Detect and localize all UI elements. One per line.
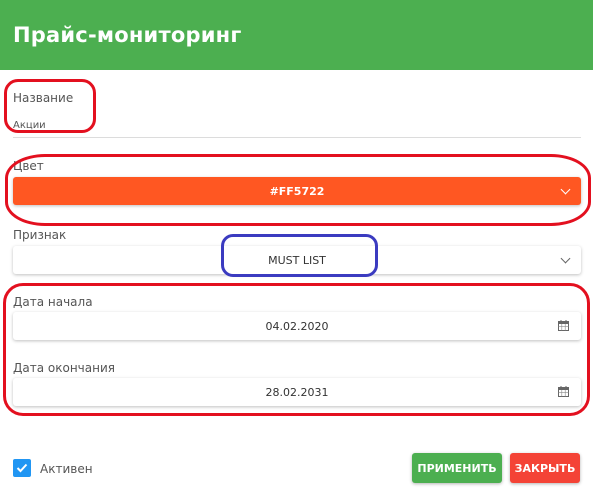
end-date-input[interactable]: 28.02.2031 [13,378,581,406]
close-button[interactable]: ЗАКРЫТЬ [510,453,580,483]
sign-label: Признак [13,228,67,242]
name-underline [13,137,581,138]
chevron-down-icon [560,184,571,195]
end-date-label: Дата окончания [13,361,115,375]
name-label: Название [13,91,74,105]
apply-button[interactable]: ПРИМЕНИТЬ [412,453,502,483]
checkmark-icon [16,463,28,473]
start-date-label: Дата начала [13,295,93,309]
calendar-icon[interactable] [558,386,569,397]
start-date-value: 04.02.2020 [265,319,329,333]
active-label[interactable]: Активен [40,462,93,476]
dialog-header: Прайс-мониторинг [0,0,593,70]
name-input[interactable]: Акции [13,120,46,131]
color-label: Цвет [13,159,44,173]
chevron-down-icon [560,253,571,264]
sign-select-value: MUST LIST [268,253,326,267]
color-select-value: #FF5722 [269,184,325,198]
active-checkbox[interactable] [13,459,31,477]
dialog-title: Прайс-мониторинг [13,23,242,47]
calendar-icon[interactable] [558,320,569,331]
sign-select[interactable]: MUST LIST [13,246,581,274]
color-select[interactable]: #FF5722 [13,177,581,205]
end-date-value: 28.02.2031 [265,385,329,399]
start-date-input[interactable]: 04.02.2020 [13,312,581,340]
